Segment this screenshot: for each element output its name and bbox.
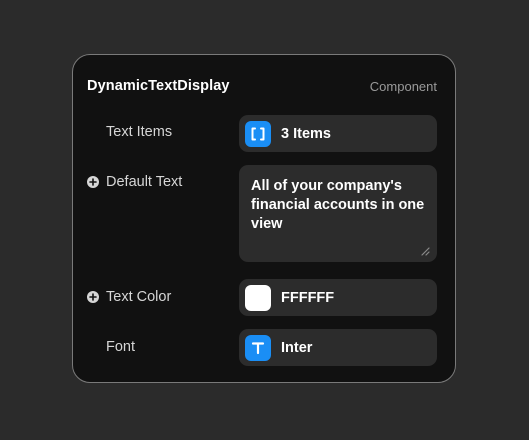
array-brackets-icon <box>245 120 271 147</box>
default-text-label-row: Default Text <box>87 174 183 190</box>
text-items-label-row: Text Items <box>106 124 172 140</box>
font-label-row: Font <box>106 339 135 355</box>
component-panel: DynamicTextDisplay Component Text Items … <box>72 54 456 383</box>
panel-header: DynamicTextDisplay Component <box>87 76 437 96</box>
text-items-value: 3 Items <box>281 125 331 142</box>
resize-handle-icon[interactable] <box>421 247 430 256</box>
default-text-label: Default Text <box>106 174 183 190</box>
panel-kind-label: Component <box>369 78 437 94</box>
default-text-textarea[interactable]: All of your company's financial accounts… <box>239 165 437 262</box>
text-color-field[interactable]: FFFFFF <box>239 279 437 316</box>
default-text-value: All of your company's financial accounts… <box>251 178 425 232</box>
text-items-label: Text Items <box>106 124 173 140</box>
text-color-label-row: Text Color <box>87 289 172 305</box>
font-label: Font <box>106 339 136 355</box>
add-text-color-icon[interactable] <box>87 291 99 303</box>
panel-title: DynamicTextDisplay <box>87 78 230 94</box>
text-items-field[interactable]: 3 Items <box>239 115 437 152</box>
text-t-icon <box>245 334 271 361</box>
font-value: Inter <box>281 339 313 356</box>
font-field[interactable]: Inter <box>239 329 437 366</box>
color-swatch[interactable] <box>245 284 271 311</box>
text-color-value: FFFFFF <box>281 289 335 306</box>
text-color-label: Text Color <box>106 289 172 305</box>
add-default-text-icon[interactable] <box>87 176 99 188</box>
